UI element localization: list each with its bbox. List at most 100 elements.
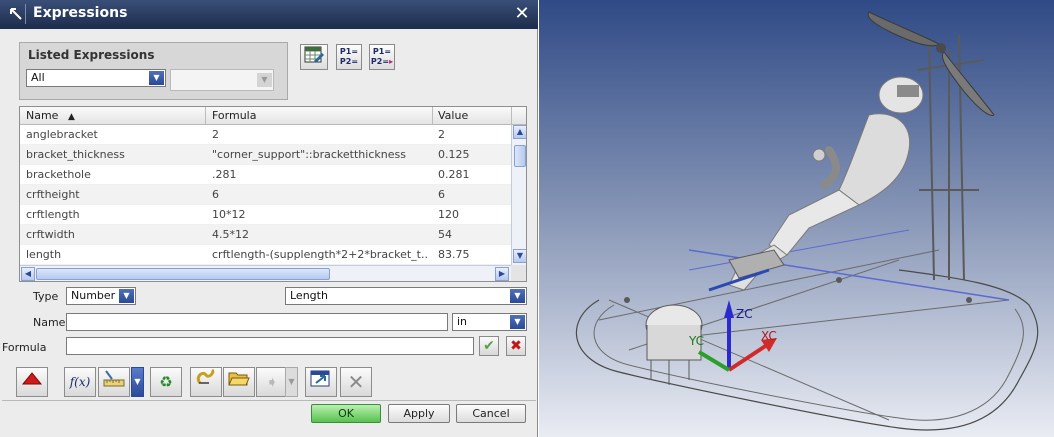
row-value: 54: [438, 228, 452, 241]
spreadsheet-icon: [304, 46, 324, 63]
type-value: Number: [71, 289, 116, 302]
row-formula: .281: [212, 168, 237, 181]
spreadsheet-edit-button[interactable]: [300, 44, 328, 70]
scroll-up-icon[interactable]: ▲: [513, 125, 526, 139]
scroll-thumb[interactable]: [514, 145, 526, 167]
delete-button[interactable]: ✕: [340, 367, 372, 397]
pilot-hand: [812, 148, 826, 162]
column-header-formula[interactable]: Formula: [212, 109, 256, 122]
fx-icon: f(x): [69, 375, 91, 389]
apply-button[interactable]: Apply: [388, 404, 450, 423]
chevron-down-icon: ▼: [134, 377, 141, 386]
screen: Expressions ✕ Listed Expressions All ▼ ▼: [0, 0, 1054, 437]
chevron-down-icon[interactable]: ▼: [149, 71, 164, 85]
cancel-button[interactable]: Cancel: [456, 404, 526, 423]
vertical-scrollbar[interactable]: ▲ ▼: [511, 125, 526, 265]
checkmark-icon: ✔: [483, 338, 495, 354]
export-expressions-button[interactable]: P1= P2=▸: [369, 44, 395, 70]
row-name: crftwidth: [26, 228, 75, 241]
close-icon[interactable]: ✕: [512, 4, 532, 24]
ok-button[interactable]: OK: [311, 404, 381, 423]
row-value: 120: [438, 208, 459, 221]
horizontal-scrollbar[interactable]: ◀ ▶: [20, 265, 511, 281]
unit-select[interactable]: in ▼: [452, 313, 527, 331]
graphics-viewport[interactable]: ZC XC YC: [539, 0, 1054, 437]
link-icon: ♻: [159, 373, 173, 391]
frame-joint: [966, 297, 972, 303]
collapse-button[interactable]: [16, 367, 48, 397]
scroll-right-icon[interactable]: ▶: [495, 267, 509, 281]
table-row[interactable]: bracket_thickness "corner_support"::brac…: [20, 145, 511, 165]
table-row[interactable]: brackethole .281 0.281: [20, 165, 511, 185]
arrow-right-icon: ➧: [265, 373, 279, 391]
listed-expressions-label: Listed Expressions: [28, 48, 155, 62]
formula-label: Formula: [2, 341, 47, 354]
xc-label: XC: [761, 329, 777, 343]
reject-edit-button[interactable]: ✖: [506, 336, 526, 356]
type-label: Type: [33, 290, 59, 303]
open-file-button[interactable]: [223, 367, 255, 397]
scroll-down-icon[interactable]: ▼: [513, 249, 526, 263]
row-formula: 6: [212, 188, 219, 201]
bottom-divider: [2, 400, 536, 401]
yc-axis: [697, 350, 731, 372]
list-expressions-button[interactable]: P1= P2=: [336, 44, 362, 70]
row-value: 2: [438, 128, 445, 141]
column-divider[interactable]: [205, 107, 206, 125]
scroll-thumb[interactable]: [36, 268, 330, 280]
window-export-icon: [310, 370, 330, 387]
name-input[interactable]: [66, 313, 448, 331]
name-label: Name: [33, 316, 66, 329]
row-value: 83.75: [438, 248, 470, 261]
functions-button[interactable]: f(x): [64, 367, 96, 397]
row-value: 0.281: [438, 168, 470, 181]
chevron-down-icon[interactable]: ▼: [510, 315, 525, 329]
row-value: 0.125: [438, 148, 470, 161]
title-bar[interactable]: Expressions ✕: [0, 0, 538, 29]
listed-expressions-group: Listed Expressions All ▼ ▼: [19, 42, 288, 100]
dialog-menu-icon[interactable]: [8, 6, 24, 22]
pilot-visor: [897, 85, 919, 97]
formula-input[interactable]: [66, 337, 474, 355]
measure-button[interactable]: [98, 367, 130, 397]
row-name: anglebracket: [26, 128, 98, 141]
listed-filter-select[interactable]: All ▼: [26, 69, 166, 87]
chevron-down-icon[interactable]: ▼: [510, 289, 525, 303]
row-formula: 10*12: [212, 208, 246, 221]
table-row[interactable]: length crftlength-(supplength*2+2*bracke…: [20, 245, 511, 265]
column-divider[interactable]: [432, 107, 433, 125]
create-reference-button[interactable]: [190, 367, 222, 397]
p1p2-export-icon: P1= P2=▸: [370, 47, 394, 66]
table-row[interactable]: crftheight 6 6: [20, 185, 511, 205]
formula-input-value: [67, 343, 71, 356]
row-name: bracket_thickness: [26, 148, 125, 161]
dimension-value: Length: [290, 289, 328, 302]
measure-dropdown[interactable]: ▼: [131, 367, 144, 397]
row-name: crftlength: [26, 208, 80, 221]
row-value: 6: [438, 188, 445, 201]
table-row[interactable]: crftlength 10*12 120: [20, 205, 511, 225]
accept-edit-button[interactable]: ✔: [479, 336, 499, 356]
table-row[interactable]: anglebracket 2 2: [20, 125, 511, 145]
scroll-left-icon[interactable]: ◀: [21, 267, 35, 281]
title-separator: [25, 4, 26, 24]
interpart-button[interactable]: ♻: [150, 367, 182, 397]
type-select[interactable]: Number ▼: [66, 287, 136, 305]
frame-joint: [624, 297, 630, 303]
column-header-name[interactable]: Name ▲: [26, 109, 75, 122]
aircraft-model[interactable]: ZC XC YC: [539, 0, 1054, 437]
measure-icon: [103, 370, 125, 387]
row-formula: "corner_support"::bracketthickness: [212, 148, 406, 161]
column-divider: [511, 107, 512, 125]
name-input-value: [67, 319, 71, 332]
yc-label: YC: [688, 334, 704, 348]
chevron-down-icon[interactable]: ▼: [119, 289, 134, 303]
propeller-hub: [936, 43, 946, 53]
table-row[interactable]: crftwidth 4.5*12 54: [20, 225, 511, 245]
column-header-value[interactable]: Value: [438, 109, 468, 122]
frame-joint: [836, 277, 842, 283]
xc-axis: [727, 343, 769, 372]
row-formula: 2: [212, 128, 219, 141]
dimension-select[interactable]: Length ▼: [285, 287, 527, 305]
export-button[interactable]: [305, 367, 337, 397]
